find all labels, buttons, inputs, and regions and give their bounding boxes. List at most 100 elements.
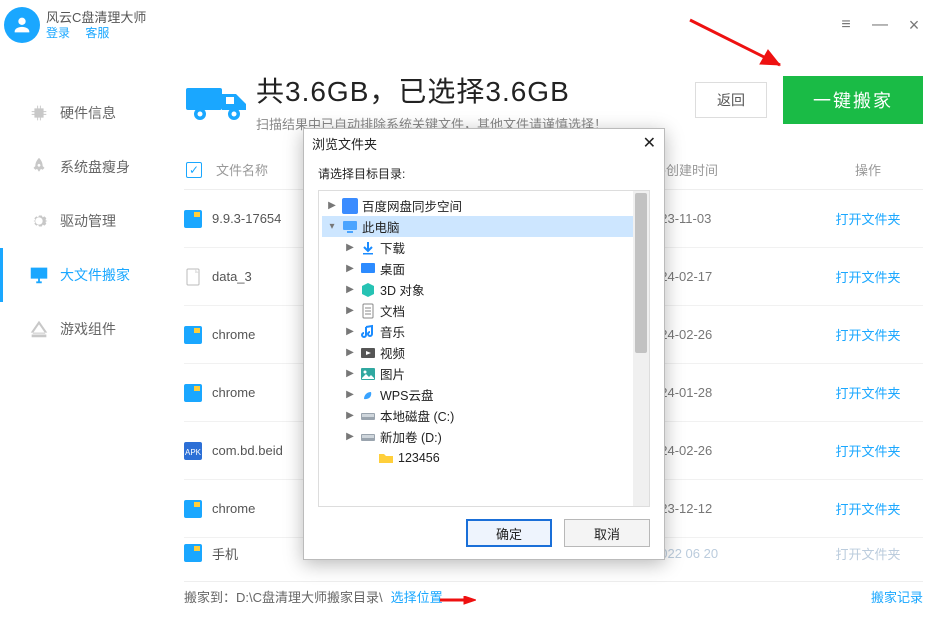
expand-toggle-icon[interactable]: ▶ (344, 326, 356, 337)
scroll-thumb[interactable] (635, 193, 647, 353)
baidu-icon (342, 198, 358, 214)
apk-icon: APK (184, 442, 202, 460)
tree-node[interactable]: ▶视频 (322, 342, 646, 363)
sidebar-item-bigfile[interactable]: 大文件搬家 (0, 248, 170, 302)
window-controls: ≡ — × (837, 16, 923, 34)
sidebar-item-driver[interactable]: 驱动管理 (0, 194, 170, 248)
chip-icon (28, 102, 50, 124)
open-folder-link[interactable]: 打开文件夹 (813, 544, 923, 563)
avatar[interactable] (4, 7, 40, 43)
sidebar-item-label: 硬件信息 (60, 103, 116, 123)
drive-icon (360, 408, 376, 424)
tree-node[interactable]: •123456 (322, 447, 646, 468)
choose-location-link[interactable]: 选择位置 (391, 587, 443, 606)
file-time: 024-01-28 (653, 385, 813, 400)
dialog-close-icon[interactable]: ✕ (643, 133, 656, 153)
tree-node-label: 此电脑 (362, 217, 400, 236)
expand-toggle-icon[interactable]: ▶ (344, 284, 356, 295)
tree-node[interactable]: ▶ 桌面 (322, 258, 646, 279)
expand-toggle-icon[interactable]: ▾ (326, 221, 338, 232)
folder-icon (378, 450, 394, 466)
tree-node[interactable]: ▶ 3D 对象 (322, 279, 646, 300)
support-link[interactable]: 客服 (85, 26, 109, 40)
sidebar-item-label: 驱动管理 (60, 211, 116, 231)
tree-node-label: 百度网盘同步空间 (362, 196, 462, 215)
expand-toggle-icon[interactable]: ▶ (344, 242, 356, 253)
close-icon[interactable]: × (905, 16, 923, 34)
expand-toggle-icon[interactable]: ▶ (344, 389, 356, 400)
installer-icon (184, 500, 202, 518)
drive-icon (28, 318, 50, 340)
login-link[interactable]: 登录 (46, 26, 70, 40)
open-folder-link[interactable]: 打开文件夹 (813, 383, 923, 402)
tree-node[interactable]: ▶新加卷 (D:) (322, 426, 646, 447)
file-time: 023-11-03 (653, 211, 813, 226)
open-folder-link[interactable]: 打开文件夹 (813, 499, 923, 518)
doc-icon (360, 303, 376, 319)
tree-node[interactable]: ▾ 此电脑 (322, 216, 646, 237)
primary-action-button[interactable]: 一键搬家 (783, 76, 923, 124)
footer-prefix: 搬家到： (184, 587, 236, 606)
expand-toggle-icon[interactable]: ▶ (326, 200, 338, 211)
minimize-icon[interactable]: — (871, 16, 889, 34)
tree-node-label: WPS云盘 (380, 385, 433, 404)
dialog-label: 请选择目标目录: (318, 165, 650, 182)
file-time: 024-02-26 (653, 443, 813, 458)
col-op: 操作 (813, 160, 923, 179)
dialog-titlebar: 浏览文件夹 ✕ (304, 129, 664, 157)
expand-toggle-icon[interactable]: ▶ (344, 410, 356, 421)
app-title: 风云C盘清理大师 (46, 10, 146, 26)
tree-node[interactable]: ▶下载 (322, 237, 646, 258)
tree-node-label: 音乐 (380, 322, 405, 341)
tree-node[interactable]: ▶ 百度网盘同步空间 (322, 195, 646, 216)
tree-node[interactable]: ▶ 音乐 (322, 321, 646, 342)
sidebar-item-game[interactable]: 游戏组件 (0, 302, 170, 356)
cancel-button[interactable]: 取消 (564, 519, 650, 547)
installer-icon (184, 210, 202, 228)
installer-icon (184, 544, 202, 562)
file-time: 024-02-17 (653, 269, 813, 284)
tree-node[interactable]: ▶本地磁盘 (C:) (322, 405, 646, 426)
expand-toggle-icon[interactable]: ▶ (344, 347, 356, 358)
open-folder-link[interactable]: 打开文件夹 (813, 267, 923, 286)
tree-node[interactable]: ▶图片 (322, 363, 646, 384)
summary-big: 共3.6GB，已选择3.6GB (256, 70, 695, 110)
folder-tree: ▶百度网盘同步空间▾此电脑▶下载▶桌面▶3D 对象▶文档▶音乐▶视频▶图片▶WP… (318, 190, 650, 507)
down-icon (360, 240, 376, 256)
expand-toggle-icon[interactable]: • (362, 452, 374, 463)
select-all-checkbox[interactable] (186, 162, 202, 178)
video-icon (360, 345, 376, 361)
dialog-title: 浏览文件夹 (312, 134, 377, 153)
tree-scrollbar[interactable] (633, 191, 649, 506)
title-column: 风云C盘清理大师 登录 客服 (46, 10, 146, 40)
move-history-link[interactable]: 搬家记录 (871, 587, 923, 606)
expand-toggle-icon[interactable]: ▶ (344, 368, 356, 379)
tree-node[interactable]: ▶ WPS云盘 (322, 384, 646, 405)
sidebar-item-hardware[interactable]: 硬件信息 (0, 86, 170, 140)
ok-button[interactable]: 确定 (466, 519, 552, 547)
open-folder-link[interactable]: 打开文件夹 (813, 325, 923, 344)
tree-node-label: 桌面 (380, 259, 405, 278)
svg-text:APK: APK (185, 448, 202, 457)
rocket-icon (28, 156, 50, 178)
tree-node-label: 3D 对象 (380, 280, 424, 299)
tree-node[interactable]: ▶文档 (322, 300, 646, 321)
footer-bar: 搬家到： D:\C盘清理大师搬家目录\ 选择位置 搬家记录 (184, 581, 923, 611)
sidebar-item-label: 游戏组件 (60, 319, 116, 339)
title-links: 登录 客服 (46, 26, 146, 40)
user-icon (11, 14, 33, 36)
monitor-arrow-icon (28, 264, 50, 286)
open-folder-link[interactable]: 打开文件夹 (813, 209, 923, 228)
menu-icon[interactable]: ≡ (837, 16, 855, 34)
sidebar-item-slim[interactable]: 系统盘瘦身 (0, 140, 170, 194)
gear-icon (28, 210, 50, 232)
open-folder-link[interactable]: 打开文件夹 (813, 441, 923, 460)
expand-toggle-icon[interactable]: ▶ (344, 263, 356, 274)
footer-path: D:\C盘清理大师搬家目录\ (236, 587, 383, 606)
expand-toggle-icon[interactable]: ▶ (344, 305, 356, 316)
back-button[interactable]: 返回 (695, 82, 767, 118)
truck-icon (184, 76, 254, 126)
expand-toggle-icon[interactable]: ▶ (344, 431, 356, 442)
drive-icon (360, 429, 376, 445)
sidebar: 硬件信息 系统盘瘦身 驱动管理 大文件搬家 游戏组件 (0, 50, 170, 590)
